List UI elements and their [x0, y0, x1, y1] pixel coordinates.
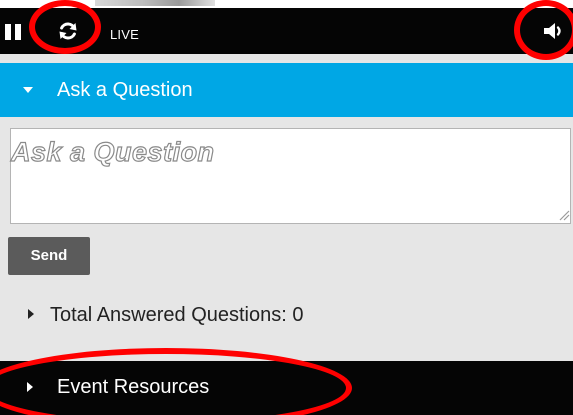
ask-question-title: Ask a Question	[57, 79, 193, 101]
event-resources-toggle[interactable]: Event Resources	[0, 361, 573, 415]
answered-questions-toggle[interactable]: Total Answered Questions: 0	[0, 292, 573, 342]
ask-question-header[interactable]: Ask a Question	[0, 63, 573, 117]
question-placeholder: Ask a Question	[10, 136, 215, 167]
refresh-icon	[59, 22, 77, 40]
caret-right-icon	[27, 382, 33, 392]
caret-right-icon	[28, 309, 34, 319]
pause-icon[interactable]	[5, 24, 21, 40]
answered-questions-label: Total Answered Questions: 0	[50, 304, 304, 326]
event-resources-label: Event Resources	[57, 376, 210, 398]
page: LIVE Ask a Question Ask a Question Send …	[0, 0, 573, 415]
player-control-bar: LIVE	[0, 8, 573, 54]
resize-grip-icon[interactable]	[558, 209, 570, 221]
video-thumbnail-edge	[95, 0, 215, 6]
live-status-label: LIVE	[110, 27, 139, 42]
send-button[interactable]: Send	[8, 237, 90, 275]
caret-down-icon	[23, 87, 33, 93]
refresh-button[interactable]	[57, 20, 79, 42]
video-top-strip	[0, 0, 573, 8]
question-textarea[interactable]: Ask a Question	[10, 128, 571, 224]
volume-icon	[544, 23, 561, 39]
volume-button[interactable]	[543, 21, 565, 41]
